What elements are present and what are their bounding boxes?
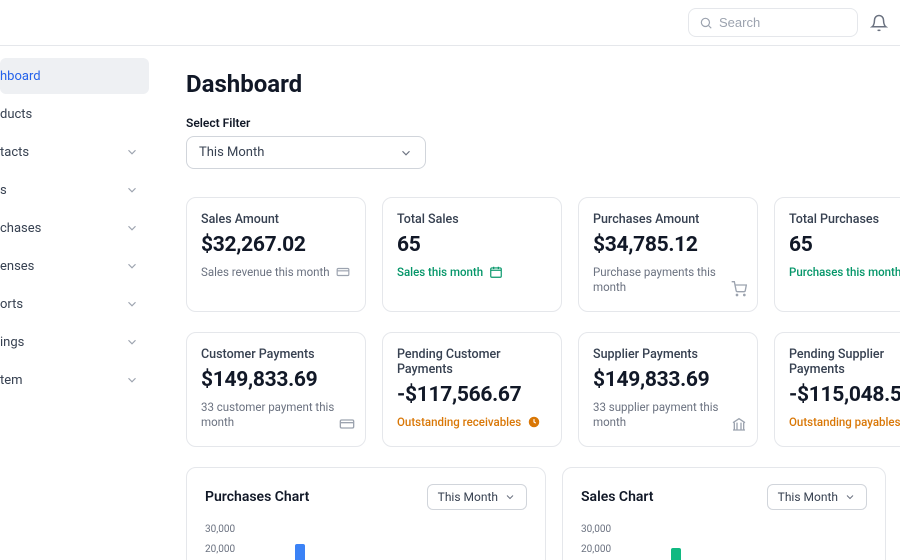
page-title: Dashboard — [186, 70, 886, 98]
sidebar-item-label: ings — [0, 335, 24, 350]
chevron-down-icon — [125, 335, 139, 349]
y-tick: 20,000 — [205, 544, 235, 555]
main-panel: Dashboard Select Filter This Month Sales… — [150, 46, 900, 560]
filter-select[interactable]: This Month — [186, 136, 426, 169]
card-title: Sales Amount — [201, 212, 351, 227]
calendar-icon — [489, 265, 503, 279]
card-total-purchases: Total Purchases 65 Purchases this month — [774, 197, 900, 312]
card-pending-customer: Pending Customer Payments -$117,566.67 O… — [382, 332, 562, 447]
chevron-down-icon — [125, 259, 139, 273]
chevron-down-icon — [399, 146, 413, 160]
sidebar-item-label: tem — [0, 373, 23, 388]
card-sub: Purchase payments this month — [593, 265, 743, 295]
sidebar: hboard ducts tacts s chases enses orts i… — [0, 46, 150, 560]
card-sub: Outstanding receivables — [397, 415, 547, 430]
cards-row-2: Customer Payments $149,833.69 33 custome… — [186, 332, 886, 447]
card-value: $32,267.02 — [201, 233, 351, 257]
sidebar-item-contacts[interactable]: tacts — [0, 134, 149, 170]
card-sales-amount: Sales Amount $32,267.02 Sales revenue th… — [186, 197, 366, 312]
card-sub: Purchases this month — [789, 265, 900, 280]
topbar — [0, 0, 900, 46]
sidebar-item-reports[interactable]: orts — [0, 286, 149, 322]
chevron-down-icon — [125, 373, 139, 387]
sidebar-item-sales[interactable]: s — [0, 172, 149, 208]
sidebar-item-label: enses — [0, 259, 34, 274]
chart-title: Purchases Chart — [205, 489, 309, 505]
sidebar-item-purchases[interactable]: chases — [0, 210, 149, 246]
card-value: -$115,048.57 — [789, 383, 900, 407]
card-title: Total Purchases — [789, 212, 900, 227]
sales-chart-filter[interactable]: This Month — [767, 484, 867, 510]
sidebar-item-label: hboard — [0, 69, 41, 84]
y-tick: 20,000 — [581, 544, 611, 555]
card-title: Pending Customer Payments — [397, 347, 547, 377]
layout: hboard ducts tacts s chases enses orts i… — [0, 46, 900, 560]
sidebar-item-products[interactable]: ducts — [0, 96, 149, 132]
chevron-down-icon — [125, 221, 139, 235]
card-sub: Sales revenue this month — [201, 265, 351, 280]
card-value: $149,833.69 — [201, 368, 351, 392]
card-title: Supplier Payments — [593, 347, 743, 362]
card-value: -$117,566.67 — [397, 383, 547, 407]
sales-chart-body: 30,000 20,000 — [581, 524, 867, 560]
card-value: 65 — [789, 233, 900, 257]
sidebar-item-label: chases — [0, 221, 41, 236]
chart-header: Sales Chart This Month — [581, 484, 867, 510]
y-tick: 30,000 — [205, 524, 235, 535]
card-value: $34,785.12 — [593, 233, 743, 257]
card-sub: Outstanding payables — [789, 415, 900, 430]
purchases-chart-filter[interactable]: This Month — [427, 484, 527, 510]
bank-icon — [731, 416, 747, 432]
sales-chart-card: Sales Chart This Month 30,000 20,000 — [562, 467, 886, 560]
card-sub: 33 customer payment this month — [201, 400, 351, 430]
card-title: Pending Supplier Payments — [789, 347, 900, 377]
sidebar-item-label: ducts — [0, 107, 32, 122]
card-value: $149,833.69 — [593, 368, 743, 392]
sidebar-item-expenses[interactable]: enses — [0, 248, 149, 284]
chevron-down-icon — [125, 145, 139, 159]
card-supplier-payments: Supplier Payments $149,833.69 33 supplie… — [578, 332, 758, 447]
chevron-down-icon — [125, 297, 139, 311]
cards-row-1: Sales Amount $32,267.02 Sales revenue th… — [186, 197, 886, 312]
sidebar-item-label: orts — [0, 297, 23, 312]
sidebar-item-dashboard[interactable]: hboard — [0, 58, 149, 94]
cart-icon — [731, 281, 747, 297]
sidebar-item-label: tacts — [0, 145, 29, 160]
search-icon — [699, 16, 713, 30]
search-input-wrap[interactable] — [688, 8, 858, 37]
card-sub: Sales this month — [397, 265, 547, 280]
chart-title: Sales Chart — [581, 489, 653, 505]
card-customer-payments: Customer Payments $149,833.69 33 custome… — [186, 332, 366, 447]
card-purchases-amount: Purchases Amount $34,785.12 Purchase pay… — [578, 197, 758, 312]
card-value: 65 — [397, 233, 547, 257]
y-tick: 30,000 — [581, 524, 611, 535]
chevron-down-icon — [844, 491, 856, 503]
clock-icon — [527, 415, 541, 429]
sidebar-item-system[interactable]: tem — [0, 362, 149, 398]
card-icon — [339, 416, 355, 432]
chart-header: Purchases Chart This Month — [205, 484, 527, 510]
purchases-bar — [295, 544, 305, 560]
purchases-chart-body: 30,000 20,000 — [205, 524, 527, 560]
card-title: Purchases Amount — [593, 212, 743, 227]
chevron-down-icon — [504, 491, 516, 503]
card-total-sales: Total Sales 65 Sales this month — [382, 197, 562, 312]
filter-value: This Month — [199, 145, 264, 160]
chevron-down-icon — [125, 183, 139, 197]
bell-icon[interactable] — [870, 14, 888, 32]
card-title: Total Sales — [397, 212, 547, 227]
purchases-chart-card: Purchases Chart This Month 30,000 20,000 — [186, 467, 546, 560]
filter-label: Select Filter — [186, 116, 886, 130]
card-title: Customer Payments — [201, 347, 351, 362]
card-icon — [336, 265, 350, 279]
charts-row: Purchases Chart This Month 30,000 20,000… — [186, 467, 886, 560]
sales-bar — [671, 548, 681, 560]
card-sub: 33 supplier payment this month — [593, 400, 743, 430]
card-pending-supplier: Pending Supplier Payments -$115,048.57 O… — [774, 332, 900, 447]
sidebar-item-settings[interactable]: ings — [0, 324, 149, 360]
search-input[interactable] — [719, 15, 847, 30]
sidebar-item-label: s — [0, 183, 7, 198]
